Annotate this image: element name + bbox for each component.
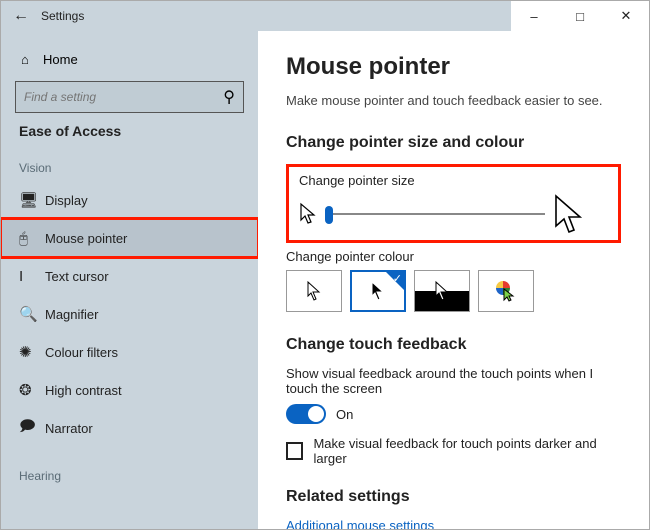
window-title: Settings: [41, 9, 84, 23]
mouse-icon: 🖰: [19, 230, 45, 247]
touch-feedback-toggle[interactable]: [286, 404, 326, 424]
touch-feedback-desc: Show visual feedback around the touch po…: [286, 366, 621, 396]
sidebar-item-label: Text cursor: [45, 269, 109, 284]
pointer-size-highlight: Change pointer size: [286, 164, 621, 243]
pointer-colour-custom[interactable]: [478, 270, 534, 312]
sidebar-item-display[interactable]: 🖥 Display: [1, 181, 258, 219]
section-size-colour: Change pointer size and colour: [286, 134, 621, 152]
sidebar-item-label: Colour filters: [45, 345, 118, 360]
section-related: Related settings: [286, 488, 621, 506]
sidebar-item-label: High contrast: [45, 383, 122, 398]
sidebar-group-vision: Vision: [1, 153, 258, 181]
sidebar-item-high-contrast[interactable]: ❂ High contrast: [1, 371, 258, 409]
pointer-size-slider[interactable]: [325, 202, 545, 226]
page-title: Mouse pointer: [286, 53, 621, 81]
sidebar-item-text-cursor[interactable]: I Text cursor: [1, 257, 258, 295]
sidebar-item-mouse-pointer[interactable]: 🖰 Mouse pointer: [1, 219, 258, 257]
sidebar-item-label: Magnifier: [45, 307, 98, 322]
search-box[interactable]: ⚲: [15, 81, 244, 113]
sidebar-home-label: Home: [43, 52, 78, 67]
narrator-icon: 🗩: [19, 416, 45, 441]
section-touch: Change touch feedback: [286, 336, 621, 354]
cursor-small-icon: [299, 202, 317, 226]
pointer-colour-inverted[interactable]: [414, 270, 470, 312]
home-icon: ⌂: [21, 52, 43, 67]
maximize-button[interactable]: □: [557, 1, 603, 31]
page-subtitle: Make mouse pointer and touch feedback ea…: [286, 93, 621, 108]
sidebar-item-colour-filters[interactable]: ✺ Colour filters: [1, 333, 258, 371]
content-pane: Mouse pointer Make mouse pointer and tou…: [258, 31, 649, 529]
text-cursor-icon: I: [19, 268, 45, 285]
pointer-size-label: Change pointer size: [299, 173, 608, 188]
colour-filters-icon: ✺: [19, 343, 45, 361]
additional-mouse-settings-link[interactable]: Additional mouse settings: [286, 518, 621, 529]
search-input[interactable]: [24, 90, 223, 104]
slider-thumb[interactable]: [325, 206, 333, 224]
darker-larger-checkbox[interactable]: [286, 442, 303, 460]
magnifier-icon: 🔍: [19, 305, 45, 323]
slider-track: [325, 213, 545, 215]
sidebar-item-label: Display: [45, 193, 88, 208]
sidebar: ⌂ Home ⚲ Ease of Access Vision 🖥 Display…: [1, 31, 258, 529]
toggle-state-label: On: [336, 407, 353, 422]
sidebar-home[interactable]: ⌂ Home: [1, 41, 258, 77]
high-contrast-icon: ❂: [19, 381, 45, 399]
sidebar-item-magnifier[interactable]: 🔍 Magnifier: [1, 295, 258, 333]
sidebar-item-label: Narrator: [45, 421, 93, 436]
check-icon: ✓: [393, 272, 402, 285]
toggle-knob: [308, 406, 324, 422]
sidebar-item-narrator[interactable]: 🗩 Narrator: [1, 409, 258, 447]
sidebar-item-label: Mouse pointer: [45, 231, 127, 246]
minimize-button[interactable]: –: [511, 1, 557, 31]
sidebar-group-hearing: Hearing: [1, 461, 258, 489]
search-icon: ⚲: [223, 87, 235, 107]
display-icon: 🖥: [19, 191, 45, 209]
pointer-colour-white[interactable]: [286, 270, 342, 312]
close-button[interactable]: ✕: [603, 1, 649, 31]
darker-larger-label: Make visual feedback for touch points da…: [313, 436, 621, 466]
cursor-large-icon: [553, 194, 585, 234]
back-button[interactable]: ←: [1, 7, 41, 25]
pointer-colour-black[interactable]: ✓: [350, 270, 406, 312]
sidebar-category: Ease of Access: [1, 123, 258, 139]
pointer-colour-label: Change pointer colour: [286, 249, 621, 264]
